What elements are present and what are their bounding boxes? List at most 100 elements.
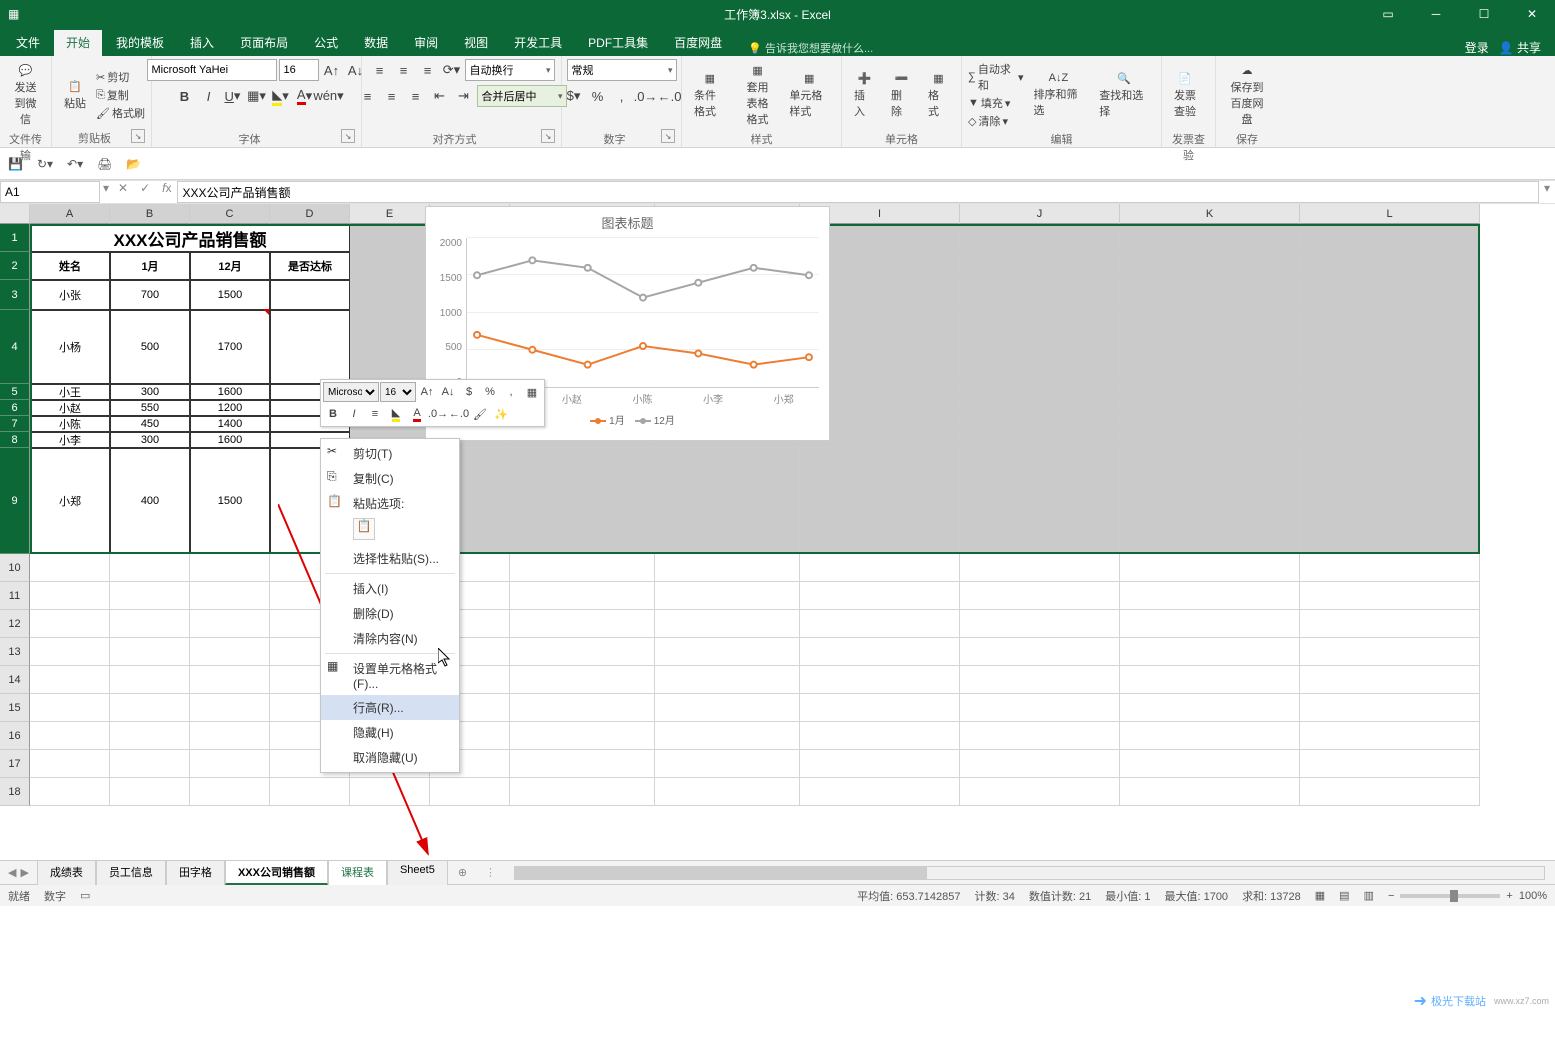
cell-G12[interactable]: [510, 610, 655, 638]
cell-A18[interactable]: [30, 778, 110, 806]
cell-G18[interactable]: [510, 778, 655, 806]
cell-L5[interactable]: [1300, 384, 1480, 400]
tcell-C5[interactable]: 1600: [190, 384, 270, 400]
cell-B16[interactable]: [110, 722, 190, 750]
col-header-E[interactable]: E: [350, 204, 430, 224]
mini-percent[interactable]: %: [480, 382, 500, 402]
cell-F18[interactable]: [430, 778, 510, 806]
ctx-剪切(T)[interactable]: ✂剪切(T): [321, 441, 459, 466]
ctx-清除内容(N)[interactable]: 清除内容(N): [321, 626, 459, 651]
tcell-C3[interactable]: 1500: [190, 280, 270, 310]
mini-size-select[interactable]: 16: [380, 382, 416, 402]
fx-button[interactable]: fx: [156, 181, 177, 203]
cell-G17[interactable]: [510, 750, 655, 778]
tcell-A5[interactable]: 小王: [30, 384, 110, 400]
cell-G16[interactable]: [510, 722, 655, 750]
tcell-A1[interactable]: XXX公司产品销售额: [30, 224, 350, 252]
cell-K7[interactable]: [1120, 416, 1300, 432]
zoom-slider[interactable]: [1400, 894, 1500, 898]
row-header-18[interactable]: 18: [0, 778, 30, 806]
cancel-formula[interactable]: ✕: [112, 181, 134, 203]
cell-B10[interactable]: [110, 554, 190, 582]
fill-button[interactable]: ▼填充▾: [968, 95, 1024, 111]
ribbon-options-icon[interactable]: ▭: [1365, 0, 1411, 28]
cell-C12[interactable]: [190, 610, 270, 638]
cell-J10[interactable]: [960, 554, 1120, 582]
horizontal-scrollbar[interactable]: [514, 866, 1545, 880]
tcell-B8[interactable]: 300: [110, 432, 190, 448]
indent-dec-button[interactable]: ⇤: [429, 85, 451, 107]
send-wechat-button[interactable]: 💬发送 到微信: [6, 61, 45, 129]
number-launcher[interactable]: ↘: [661, 129, 675, 143]
cell-E4[interactable]: [350, 310, 430, 384]
tcell-D4[interactable]: [270, 310, 350, 384]
row-header-11[interactable]: 11: [0, 582, 30, 610]
clear-button[interactable]: ◇清除▾: [968, 113, 1024, 129]
cell-C17[interactable]: [190, 750, 270, 778]
cell-B11[interactable]: [110, 582, 190, 610]
tab-nav-prev[interactable]: ▶: [20, 866, 28, 879]
row-header-8[interactable]: 8: [0, 432, 30, 448]
mini-border[interactable]: ▦: [522, 382, 542, 402]
mini-bold[interactable]: B: [323, 404, 343, 424]
minimize-button[interactable]: ─: [1413, 0, 1459, 28]
close-button[interactable]: ✕: [1509, 0, 1555, 28]
align-mid-button[interactable]: ≡: [393, 59, 415, 81]
indent-inc-button[interactable]: ⇥: [453, 85, 475, 107]
grow-font-button[interactable]: A↑: [321, 59, 343, 81]
row-header-13[interactable]: 13: [0, 638, 30, 666]
cell-K10[interactable]: [1120, 554, 1300, 582]
cell-L8[interactable]: [1300, 432, 1480, 448]
sheet-tab-4[interactable]: 课程表: [328, 860, 387, 885]
sort-button[interactable]: A↓Z排序和筛选: [1028, 61, 1090, 129]
cell-J14[interactable]: [960, 666, 1120, 694]
mini-morestyles[interactable]: ✨: [491, 404, 511, 424]
cell-J6[interactable]: [960, 400, 1120, 416]
fillcolor-button[interactable]: ◣▾: [270, 85, 292, 107]
merge-button[interactable]: 合并后居中: [477, 85, 567, 107]
fontsize-select[interactable]: [279, 59, 319, 81]
ctx-粘贴选项:[interactable]: 📋粘贴选项:: [321, 491, 459, 516]
cell-B13[interactable]: [110, 638, 190, 666]
row-header-6[interactable]: 6: [0, 400, 30, 416]
cell-G10[interactable]: [510, 554, 655, 582]
find-button[interactable]: 🔍查找和选择: [1093, 61, 1155, 129]
zoom-level[interactable]: 100%: [1519, 890, 1547, 902]
delete-cells-button[interactable]: ➖删除: [885, 61, 918, 129]
mini-growfont[interactable]: A↑: [417, 382, 437, 402]
cell-G14[interactable]: [510, 666, 655, 694]
cell-L6[interactable]: [1300, 400, 1480, 416]
inc-decimal-button[interactable]: .0→: [635, 85, 657, 107]
tcell-D3[interactable]: [270, 280, 350, 310]
tcell-A2[interactable]: 姓名: [30, 252, 110, 280]
cell-C11[interactable]: [190, 582, 270, 610]
save-baidu-button[interactable]: ☁保存到 百度网盘: [1222, 61, 1272, 129]
cell-B12[interactable]: [110, 610, 190, 638]
tab-home[interactable]: 开始: [54, 30, 102, 56]
col-header-L[interactable]: L: [1300, 204, 1480, 224]
tab-formulas[interactable]: 公式: [302, 30, 350, 56]
cell-J9[interactable]: [960, 448, 1120, 554]
font-launcher[interactable]: ↘: [341, 129, 355, 143]
cell-E2[interactable]: [350, 252, 430, 280]
cut-button[interactable]: ✂剪切: [96, 69, 145, 85]
row-header-5[interactable]: 5: [0, 384, 30, 400]
ctx-隐藏(H)[interactable]: 隐藏(H): [321, 720, 459, 745]
tcell-A3[interactable]: 小张: [30, 280, 110, 310]
cell-E18[interactable]: [350, 778, 430, 806]
align-bot-button[interactable]: ≡: [417, 59, 439, 81]
tell-me[interactable]: 💡 告诉我您想要做什么...: [748, 40, 873, 56]
cell-C16[interactable]: [190, 722, 270, 750]
align-top-button[interactable]: ≡: [369, 59, 391, 81]
cell-K3[interactable]: [1120, 280, 1300, 310]
cell-J3[interactable]: [960, 280, 1120, 310]
cell-I16[interactable]: [800, 722, 960, 750]
phonetic-button[interactable]: wén▾: [318, 85, 340, 107]
cell-J15[interactable]: [960, 694, 1120, 722]
clipboard-launcher[interactable]: ↘: [131, 129, 145, 143]
cell-H13[interactable]: [655, 638, 800, 666]
share-button[interactable]: 👤 共享: [1499, 39, 1541, 56]
sheet-tab-0[interactable]: 成绩表: [37, 860, 96, 885]
cell-K2[interactable]: [1120, 252, 1300, 280]
cell-B14[interactable]: [110, 666, 190, 694]
